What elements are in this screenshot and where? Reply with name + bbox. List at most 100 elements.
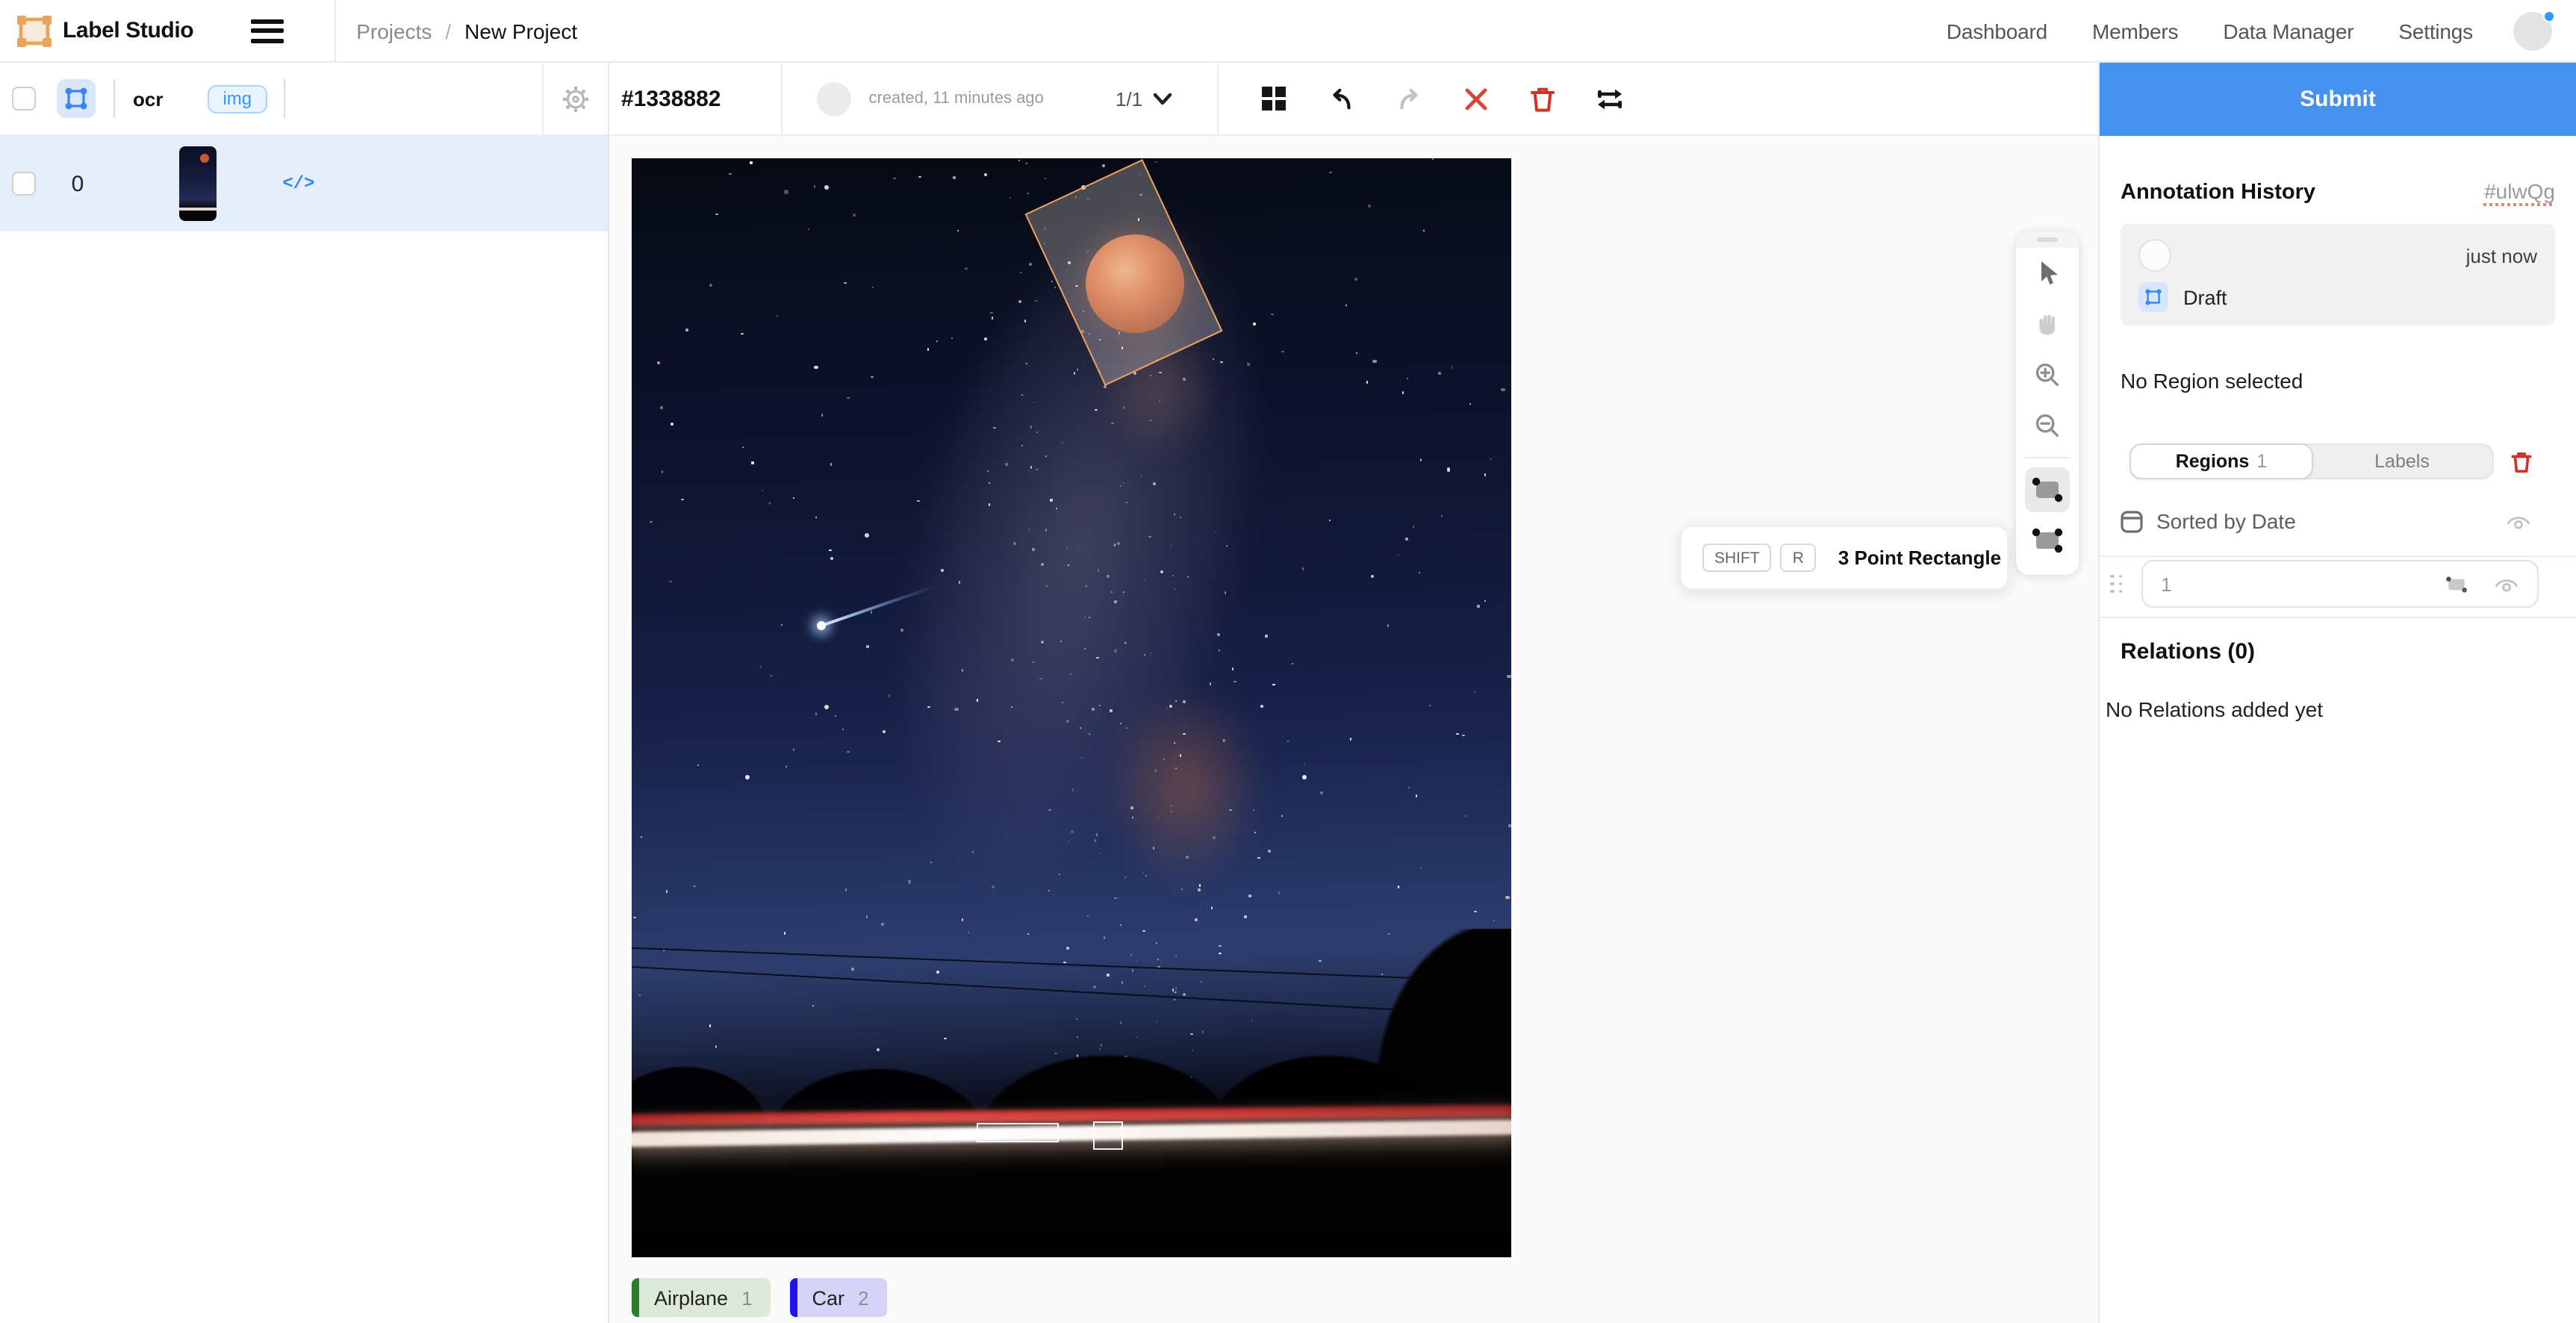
header-divider (113, 79, 115, 118)
app-title: Label Studio (63, 18, 193, 43)
r-key-badge: R (1781, 544, 1816, 572)
breadcrumb-separator: / (445, 19, 451, 43)
relations-empty-text: No Relations added yet (2106, 697, 2555, 721)
reject-button[interactable] (1460, 84, 1490, 113)
no-region-text: No Region selected (2121, 369, 2555, 393)
menu-dashboard[interactable]: Dashboard (1947, 19, 2047, 43)
zoom-out-button[interactable] (2016, 400, 2079, 451)
breadcrumb-projects[interactable]: Projects (356, 19, 432, 43)
label-chip-car[interactable]: Car 2 (790, 1278, 887, 1317)
redo-button[interactable] (1393, 84, 1423, 113)
region-list-item[interactable]: 1 (2121, 560, 2555, 608)
annotator-avatar (817, 81, 851, 116)
delete-annotation-button[interactable] (1528, 84, 1558, 113)
hamburger-menu-icon[interactable] (250, 19, 283, 43)
draft-region-icon (2138, 282, 2168, 312)
sort-control[interactable]: Sorted by Date (2121, 509, 2555, 533)
zoom-in-button[interactable] (2016, 349, 2079, 400)
history-avatar (2138, 239, 2171, 272)
sidebar-settings-button[interactable] (542, 63, 608, 134)
main-area: #1338882 created, 11 minutes ago 1/1 (609, 63, 2098, 1323)
task-thumbnail[interactable] (179, 146, 217, 221)
label-color-bar (790, 1278, 797, 1317)
sort-panel-icon (2121, 510, 2143, 532)
annotation-history-title: Annotation History (2121, 181, 2315, 205)
undo-icon (1327, 84, 1355, 113)
thumbnail-moon (200, 154, 209, 163)
car-bounding-box[interactable] (1093, 1121, 1123, 1150)
task-checkbox[interactable] (12, 172, 36, 196)
submit-button[interactable]: Submit (2100, 63, 2576, 136)
ground (632, 1136, 1511, 1257)
switch-task-button[interactable] (1595, 84, 1625, 113)
column-ocr-label[interactable]: ocr (133, 87, 163, 110)
label-color-bar (632, 1278, 639, 1317)
relations-section: Relations (0) No Relations added yet (2100, 617, 2576, 721)
annotation-id-link[interactable]: #ulwQg (2484, 179, 2555, 203)
list-divider (2100, 555, 2576, 557)
navbar-menu: Dashboard Members Data Manager Settings (1947, 19, 2473, 43)
pan-tool-button[interactable] (2016, 299, 2079, 349)
relations-title: Relations (0) (2121, 639, 2555, 664)
tab-regions-count: 1 (2256, 451, 2267, 472)
source-code-icon[interactable]: </> (279, 173, 318, 194)
annotation-canvas: Airplane 1 Car 2 (609, 136, 2098, 1323)
gear-icon (561, 84, 590, 113)
label-studio-app: Label Studio Projects / New Project Dash… (0, 0, 2576, 1323)
task-index: 0 (36, 171, 119, 196)
tab-regions[interactable]: Regions 1 (2129, 443, 2313, 479)
select-tool-button[interactable] (2016, 248, 2079, 299)
app-logo-icon (16, 14, 52, 47)
created-info: created, 11 minutes ago (869, 90, 1044, 108)
menu-data-manager[interactable]: Data Manager (2223, 19, 2353, 43)
task-image[interactable] (632, 158, 1511, 1257)
close-icon (1463, 86, 1488, 111)
rectangle-3point-tool-button[interactable] (2016, 515, 2079, 566)
label-name: Car (812, 1286, 845, 1309)
car-bounding-box[interactable] (977, 1123, 1059, 1142)
rectangle-tool-button[interactable] (2016, 464, 2079, 515)
column-img-badge[interactable]: img (208, 84, 267, 113)
redo-icon (1394, 84, 1422, 113)
header-divider (781, 62, 783, 135)
task-list-item[interactable]: 0 </> (0, 136, 608, 231)
region-drag-handle[interactable] (2110, 575, 2125, 594)
navbar-divider (334, 0, 335, 62)
select-all-checkbox[interactable] (12, 87, 36, 110)
history-item[interactable]: just now Draft (2121, 224, 2555, 326)
region-visibility-button[interactable] (2494, 574, 2519, 594)
delete-regions-button[interactable] (2510, 449, 2533, 474)
view-all-grid-button[interactable] (1259, 84, 1289, 113)
hand-icon (2034, 311, 2061, 337)
zoom-in-icon (2034, 361, 2061, 388)
regions-labels-tabs: Regions 1 Labels (2129, 443, 2494, 479)
region-rect-icon (2443, 573, 2470, 595)
tooltip-label: 3 Point Rectangle (1838, 547, 2001, 569)
zoom-out-icon (2034, 412, 2061, 439)
bbox-filter-button[interactable] (57, 79, 96, 118)
tool-palette (2016, 231, 2079, 575)
notification-dot (2543, 10, 2555, 22)
undo-button[interactable] (1326, 84, 1356, 113)
tab-labels[interactable]: Labels (2312, 445, 2492, 478)
header-divider (283, 79, 284, 118)
eye-icon (2494, 574, 2519, 594)
task-sidebar: ocr img (0, 63, 609, 1323)
menu-members[interactable]: Members (2092, 19, 2178, 43)
label-chip-airplane[interactable]: Airplane 1 (632, 1278, 771, 1317)
menu-settings[interactable]: Settings (2398, 19, 2473, 43)
palette-divider (2025, 457, 2070, 458)
rectangle-3pt-icon (2031, 527, 2064, 554)
task-header: #1338882 created, 11 minutes ago 1/1 (609, 63, 2098, 136)
region-index: 1 (2161, 573, 2171, 595)
toggle-all-visibility-button[interactable] (2506, 511, 2531, 531)
breadcrumb-current: New Project (464, 19, 577, 43)
palette-drag-handle[interactable] (2016, 231, 2079, 248)
bbox-icon (64, 87, 88, 110)
navbar: Label Studio Projects / New Project Dash… (0, 0, 2576, 63)
chevron-down-icon[interactable] (1153, 92, 1172, 105)
sidebar-header: ocr img (0, 63, 608, 136)
swap-arrows-icon (1595, 86, 1625, 111)
user-avatar[interactable] (2513, 11, 2552, 50)
grid-icon (1260, 85, 1287, 112)
